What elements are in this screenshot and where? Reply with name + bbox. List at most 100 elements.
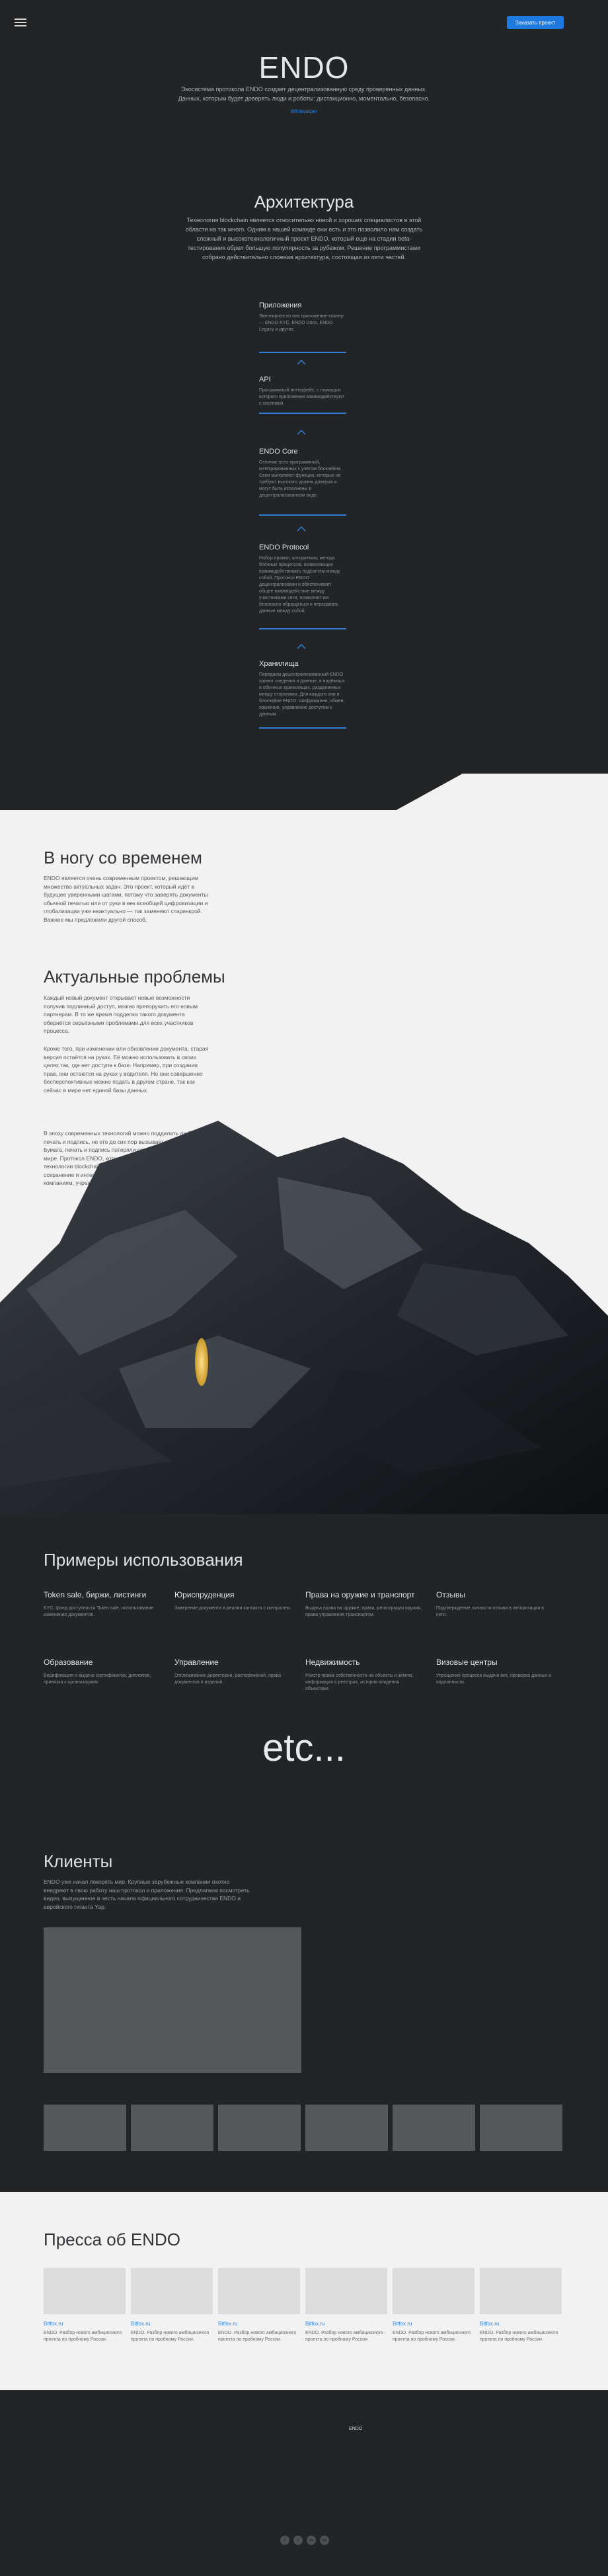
- press-source[interactable]: Bitfox.ru: [131, 2321, 213, 2327]
- layer-title: Хранилища: [259, 660, 299, 668]
- usecase-item: Образование Верификация и выдача сертифик…: [44, 1658, 163, 1686]
- usecase-title: Визовые центры: [436, 1658, 498, 1667]
- layer-text: Набор правил, алгоритмов, метода блочных…: [259, 556, 340, 614]
- client-logo: [131, 2105, 213, 2151]
- layer-text: Программный интерфейс, с помощью которог…: [259, 388, 344, 406]
- press-image: [218, 2268, 300, 2314]
- layer-divider: [259, 413, 346, 414]
- crumpled-document-image: [0, 1121, 608, 1514]
- architecture-title: Архитектура: [254, 192, 354, 212]
- usecase-item: Юриспруденция Заверение документа в реали…: [174, 1590, 293, 1612]
- layer-title: ENDO Protocol: [259, 543, 309, 551]
- problems-paragraph-1: Каждый новый документ открывает новые во…: [44, 994, 198, 1034]
- time-title: В ногу со временем: [44, 848, 202, 867]
- menu-icon[interactable]: [15, 19, 26, 28]
- layer-text: Передаем децентрализованный ENDO хранит …: [259, 672, 345, 717]
- problems-paragraph-2: Кроме того, при изменении или обновлении…: [44, 1045, 209, 1094]
- section-slope: [0, 770, 608, 810]
- press-text: ENDO. Разбор нового амбициозного проекта…: [393, 2331, 471, 2342]
- usecase-text: Выдача права на оружие, права, регистрац…: [305, 1606, 422, 1617]
- architecture-subtitle: Технология blockchain является относител…: [185, 217, 423, 261]
- layer-text: Отличие всех программный, интегрированны…: [259, 460, 342, 498]
- layer-storage: Хранилища Передаем децентрализованный EN…: [259, 660, 346, 718]
- hero-title: ENDO: [258, 50, 350, 85]
- usecase-item: Управление Отслеживание директории, распо…: [174, 1658, 293, 1686]
- press-card[interactable]: Bitfox.ru ENDO. Разбор нового амбициозног…: [393, 2268, 475, 2343]
- client-logo: [480, 2105, 562, 2151]
- press-card[interactable]: Bitfox.ru ENDO. Разбор нового амбициозног…: [305, 2268, 387, 2343]
- press-image: [131, 2268, 213, 2314]
- clients-text: ENDO уже начал покорять мир. Крупные зар…: [44, 1878, 250, 1910]
- usecase-title: Управление: [174, 1658, 219, 1667]
- linkedin-icon[interactable]: in: [307, 2536, 316, 2545]
- problems-title: Актуальные проблемы: [44, 967, 225, 986]
- usecase-title: Недвижимость: [305, 1658, 360, 1667]
- press-card[interactable]: Bitfox.ru ENDO. Разбор нового амбициозног…: [218, 2268, 300, 2343]
- usecase-text: Отслеживание директории, распоряжений, п…: [174, 1673, 282, 1685]
- video-player[interactable]: [44, 1927, 301, 2073]
- chevron-up-icon: [297, 526, 306, 532]
- usecase-item: Визовые центры Упрощение процесса выдачи …: [436, 1658, 555, 1686]
- press-title: Пресса об ENDO: [44, 2230, 180, 2249]
- usecase-title: Token sale, биржи, листинги: [44, 1590, 147, 1599]
- layer-divider: [259, 727, 346, 729]
- press-source[interactable]: Bitfox.ru: [393, 2321, 475, 2327]
- press-text: ENDO. Разбор нового амбициозного проекта…: [44, 2331, 122, 2342]
- layer-divider: [259, 628, 346, 629]
- page: Заказать проект ENDO Экосистема протокол…: [0, 0, 608, 2576]
- twitter-icon[interactable]: t: [293, 2536, 303, 2545]
- client-logo: [393, 2105, 475, 2151]
- press-text: ENDO. Разбор нового амбициозного проекта…: [480, 2331, 558, 2342]
- press-image: [44, 2268, 126, 2314]
- layer-title: Приложения: [259, 302, 302, 309]
- layer-api: API Программный интерфейс, с помощью кот…: [259, 376, 346, 407]
- footer-column: ENDO: [349, 2425, 428, 2433]
- usecase-item: Права на оружие и транспорт Выдача права …: [305, 1590, 424, 1619]
- press-card[interactable]: Bitfox.ru ENDO. Разбор нового амбициозног…: [480, 2268, 562, 2343]
- layer-divider: [259, 352, 346, 353]
- press-text: ENDO. Разбор нового амбициозного проекта…: [131, 2331, 209, 2342]
- layer-title: ENDO Core: [259, 448, 298, 456]
- usecase-text: Заверение документа в реалии контакта с …: [174, 1606, 291, 1611]
- press-image: [393, 2268, 475, 2314]
- usecase-item: Недвижимость Реестр права собственности н…: [305, 1658, 424, 1693]
- press-source[interactable]: Bitfox.ru: [305, 2321, 387, 2327]
- press-image: [305, 2268, 387, 2314]
- layer-apps: Приложения Эвентирное из них приложение-…: [259, 302, 346, 333]
- press-card[interactable]: Bitfox.ru ENDO. Разбор нового амбициозног…: [44, 2268, 126, 2343]
- press-source[interactable]: Bitfox.ru: [218, 2321, 300, 2327]
- hero-subtitle: Экосистема протокола ENDO создает децент…: [178, 86, 430, 102]
- usecase-text: Верификация и выдача сертификатов, дипло…: [44, 1673, 151, 1685]
- press-source[interactable]: Bitfox.ru: [480, 2321, 562, 2327]
- client-logo: [305, 2105, 388, 2151]
- order-project-button[interactable]: Заказать проект: [507, 16, 564, 29]
- facebook-icon[interactable]: f: [280, 2536, 289, 2545]
- time-text: ENDO является очень современным проектом…: [44, 875, 208, 923]
- chevron-up-icon: [297, 430, 306, 435]
- layer-text: Эвентирное из них приложение-сканер — EN…: [259, 314, 344, 332]
- chevron-up-icon: [297, 360, 306, 365]
- whitepaper-link[interactable]: Whitepaper: [0, 108, 608, 114]
- press-image: [480, 2268, 562, 2314]
- press-card[interactable]: Bitfox.ru ENDO. Разбор нового амбициозног…: [131, 2268, 213, 2343]
- etc-text: etc...: [262, 1726, 346, 1769]
- layer-title: API: [259, 376, 271, 383]
- usecase-title: Юриспруденция: [174, 1590, 235, 1599]
- vk-icon[interactable]: vk: [320, 2536, 329, 2545]
- layer-divider: [259, 514, 346, 516]
- layer-core: ENDO Core Отличие всех программный, инте…: [259, 448, 346, 499]
- footer-brand: ENDO: [349, 2427, 363, 2431]
- client-logo: [44, 2105, 126, 2151]
- usecase-item: Отзывы Подтверждение личности отзыва в ав…: [436, 1590, 555, 1619]
- usecase-text: Реестр права собственности на объекты и …: [305, 1673, 414, 1691]
- usecase-text: KYC, фонд доступности Token sale, исполь…: [44, 1606, 154, 1617]
- usecases-title: Примеры использования: [44, 1550, 243, 1570]
- layer-protocol: ENDO Protocol Набор правил, алгоритмов, …: [259, 543, 346, 615]
- usecase-title: Образование: [44, 1658, 93, 1667]
- press-source[interactable]: Bitfox.ru: [44, 2321, 126, 2327]
- client-logo: [218, 2105, 301, 2151]
- usecase-title: Отзывы: [436, 1590, 465, 1599]
- usecase-item: Token sale, биржи, листинги KYC, фонд дос…: [44, 1590, 163, 1619]
- usecase-text: Упрощение процесса выдачи виз, проверка …: [436, 1673, 552, 1685]
- usecase-title: Права на оружие и транспорт: [305, 1590, 415, 1599]
